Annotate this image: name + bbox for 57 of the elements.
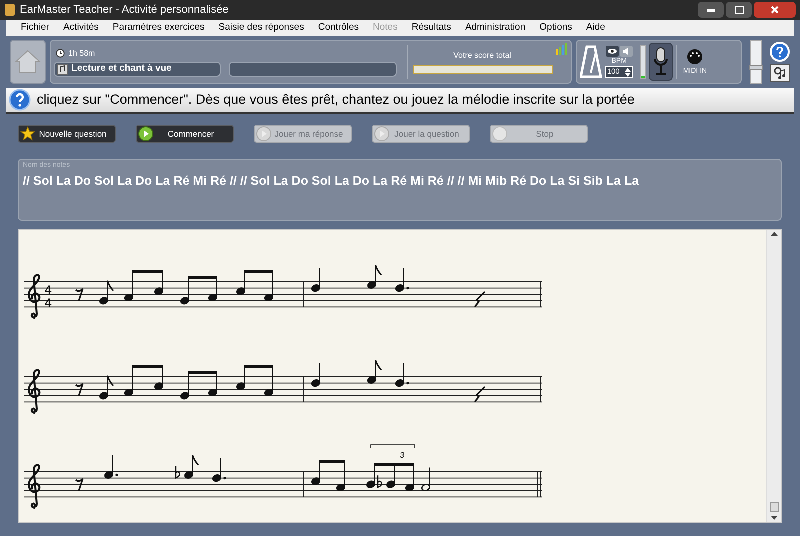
menu-item[interactable]: Saisie des réponses [212, 20, 312, 36]
minimize-icon [707, 8, 715, 12]
play-icon [374, 126, 390, 142]
maximize-button[interactable] [726, 2, 752, 18]
close-button[interactable] [754, 2, 796, 18]
score-label: Votre score total [454, 50, 512, 62]
eye-icon [606, 46, 619, 57]
menu-item[interactable]: Fichier [14, 20, 57, 36]
microphone-button[interactable] [649, 43, 674, 81]
treble-clef-icon [28, 274, 41, 319]
treble-clef-icon [28, 369, 41, 414]
bar-chart-icon [556, 43, 568, 55]
menu-item[interactable]: Aide [579, 20, 612, 36]
slider-thumb[interactable] [749, 65, 764, 70]
app-icon [4, 3, 16, 17]
volume-slider[interactable] [750, 40, 762, 84]
menu-item[interactable]: Résultats [404, 20, 458, 36]
scroll-up-icon [770, 232, 778, 236]
question-mark-icon [776, 46, 784, 58]
play-icon [256, 126, 272, 142]
minimize-button[interactable] [698, 2, 724, 18]
activity-field: Lecture et chant à vue [54, 62, 221, 76]
house-icon [14, 48, 42, 76]
menu-item[interactable]: Administration [458, 20, 533, 36]
music-book-icon [56, 64, 68, 74]
settings-button[interactable] [770, 64, 790, 82]
star-icon [20, 126, 36, 142]
scroll-thumb[interactable] [770, 502, 778, 512]
tuplet-number: 3 [400, 450, 404, 462]
treble-clef-icon [28, 464, 41, 509]
help-button[interactable] [770, 42, 790, 62]
scrollbar[interactable] [766, 230, 781, 522]
maximize-icon [734, 6, 744, 14]
spinner-arrows-icon [625, 68, 632, 76]
menu-item[interactable]: Contrôles [311, 20, 366, 36]
settings-icon [773, 66, 787, 80]
action-button[interactable]: Commencer [136, 125, 234, 143]
metronome-icon [580, 45, 602, 79]
midi-port-icon [687, 49, 704, 65]
close-icon [771, 6, 779, 14]
speaker-icon [620, 46, 633, 57]
menu-item[interactable]: Paramètres exercices [106, 20, 212, 36]
flat-sign-icon [175, 466, 180, 479]
menu-item[interactable]: Activités [56, 20, 106, 36]
timer-text: 1h 58m [68, 48, 96, 60]
clock-icon [56, 49, 65, 58]
scroll-down-icon [770, 516, 778, 520]
window-title: EarMaster Teacher - Activité personnalisée [20, 2, 229, 18]
flat-sign-icon [377, 476, 382, 488]
note-names-text: // Sol La Do Sol La Do La Ré Mi Ré // // Sol La Do Sol La Do La Ré Mi Ré // // Mi Mib Ré Do La Si Sib La La [23, 172, 640, 190]
stop-icon [492, 126, 508, 142]
action-button[interactable]: Nouvelle question [18, 125, 116, 143]
play-icon [138, 126, 156, 142]
instruction-text: cliquez sur "Commencer". Dès que vous êtes prêt, chantez ou jouez la mélodie inscrite sur la portée [37, 90, 635, 109]
microphone-icon [653, 47, 670, 77]
menu-item[interactable]: Options [532, 20, 580, 36]
question-mark-icon [9, 89, 31, 111]
